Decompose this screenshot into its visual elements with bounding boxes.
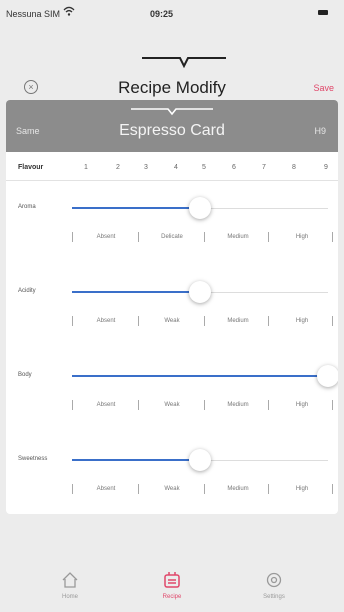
save-button[interactable]: Save <box>313 83 334 93</box>
slider-track[interactable] <box>72 449 328 471</box>
home-icon <box>62 572 78 588</box>
aroma-slider-group: Aroma Absent Delicate Medium High <box>6 197 338 284</box>
option-label[interactable]: High <box>270 230 334 244</box>
tick-mark <box>204 484 205 494</box>
tab-settings[interactable]: Settings <box>244 570 304 600</box>
flavour-number[interactable]: 2 <box>116 164 120 171</box>
flavour-number[interactable]: 1 <box>84 164 88 171</box>
option-label[interactable]: Delicate <box>140 230 204 244</box>
slider-thumb[interactable] <box>189 449 211 471</box>
option-label[interactable]: High <box>270 482 334 496</box>
option-label[interactable]: Absent <box>74 230 138 244</box>
option-label[interactable]: Weak <box>140 482 204 496</box>
slider-fill <box>72 207 200 209</box>
flavour-number[interactable]: 6 <box>232 164 236 171</box>
tab-recipe[interactable]: Recipe <box>142 570 202 600</box>
option-label[interactable]: Medium <box>206 482 270 496</box>
flavour-scale: Flavour 1 2 3 4 5 6 7 8 9 <box>6 156 338 181</box>
slider-thumb[interactable] <box>317 365 338 387</box>
tab-bar: Home Recipe Settings <box>0 560 344 612</box>
tick-mark <box>72 400 73 410</box>
tick-mark <box>268 316 269 326</box>
expand-arrow-icon[interactable] <box>131 103 213 117</box>
slider-options: Absent Delicate Medium High <box>72 230 334 244</box>
slider-thumb[interactable] <box>189 281 211 303</box>
slider-fill <box>72 375 328 377</box>
option-label[interactable]: Weak <box>140 398 204 412</box>
collapse-arrow-icon[interactable] <box>142 54 226 68</box>
flavour-number[interactable]: 4 <box>174 164 178 171</box>
acidity-slider-group: Acidity Absent Weak Medium High <box>6 281 338 368</box>
flavour-number[interactable]: 3 <box>144 164 148 171</box>
carrier-label: Nessuna SIM <box>6 9 61 19</box>
option-label[interactable]: Medium <box>206 314 270 328</box>
slider-options: Absent Weak Medium High <box>72 398 334 412</box>
option-label[interactable]: Absent <box>74 314 138 328</box>
flavour-number[interactable]: 7 <box>262 164 266 171</box>
wifi-icon <box>63 6 75 16</box>
flavour-number[interactable]: 5 <box>202 164 206 171</box>
option-label[interactable]: Medium <box>206 398 270 412</box>
card-right-label[interactable]: H9 <box>314 126 326 136</box>
card-header: Same Espresso Card H9 <box>6 100 338 152</box>
slider-label: Body <box>18 372 32 378</box>
page-title: Recipe Modify <box>118 78 226 97</box>
tick-mark <box>332 484 333 494</box>
settings-icon <box>266 572 282 588</box>
body-slider-group: Body Absent Weak Medium High <box>6 365 338 452</box>
tick-mark <box>332 316 333 326</box>
tick-mark <box>138 232 139 242</box>
tab-home[interactable]: Home <box>40 570 100 600</box>
slider-fill <box>72 459 200 461</box>
clock: 09:25 <box>150 9 174 19</box>
tab-label: Recipe <box>162 594 182 600</box>
flavour-number[interactable]: 8 <box>292 164 296 171</box>
tab-label: Settings <box>263 594 285 600</box>
tick-mark <box>204 400 205 410</box>
slider-thumb[interactable] <box>189 197 211 219</box>
sweetness-slider-group: Sweetness Absent Weak Medium High <box>6 449 338 514</box>
tick-mark <box>268 232 269 242</box>
recipe-card: Same Espresso Card H9 Flavour 1 2 3 4 5 … <box>6 100 338 514</box>
slider-options: Absent Weak Medium High <box>72 314 334 328</box>
tick-mark <box>72 316 73 326</box>
card-title: Espresso Card <box>119 122 225 139</box>
tick-mark <box>138 484 139 494</box>
tick-mark <box>204 316 205 326</box>
option-label[interactable]: Absent <box>74 398 138 412</box>
flavour-label: Flavour <box>18 164 44 171</box>
slider-options: Absent Weak Medium High <box>72 482 334 496</box>
slider-fill <box>72 291 200 293</box>
slider-track[interactable] <box>72 281 328 303</box>
slider-label: Aroma <box>18 204 36 210</box>
option-label[interactable]: High <box>270 398 334 412</box>
tick-mark <box>268 484 269 494</box>
tick-mark <box>138 400 139 410</box>
status-bar: Nessuna SIM 09:25 <box>0 0 344 26</box>
option-label[interactable]: Medium <box>206 230 270 244</box>
tick-mark <box>138 316 139 326</box>
tick-mark <box>268 400 269 410</box>
option-label[interactable]: Weak <box>140 314 204 328</box>
tick-mark <box>332 400 333 410</box>
tick-mark <box>72 232 73 242</box>
tab-label: Home <box>61 594 78 600</box>
navigation-bar: × Recipe Modify Save <box>0 72 344 102</box>
recipe-icon <box>164 572 180 588</box>
flavour-number[interactable]: 9 <box>324 164 328 171</box>
slider-track[interactable] <box>72 197 328 219</box>
slider-label: Acidity <box>18 288 36 294</box>
battery-icon <box>318 10 328 15</box>
slider-label: Sweetness <box>18 456 48 462</box>
option-label[interactable]: Absent <box>74 482 138 496</box>
option-label[interactable]: High <box>270 314 334 328</box>
tick-mark <box>332 232 333 242</box>
tick-mark <box>72 484 73 494</box>
tick-mark <box>204 232 205 242</box>
slider-track[interactable] <box>72 365 338 387</box>
